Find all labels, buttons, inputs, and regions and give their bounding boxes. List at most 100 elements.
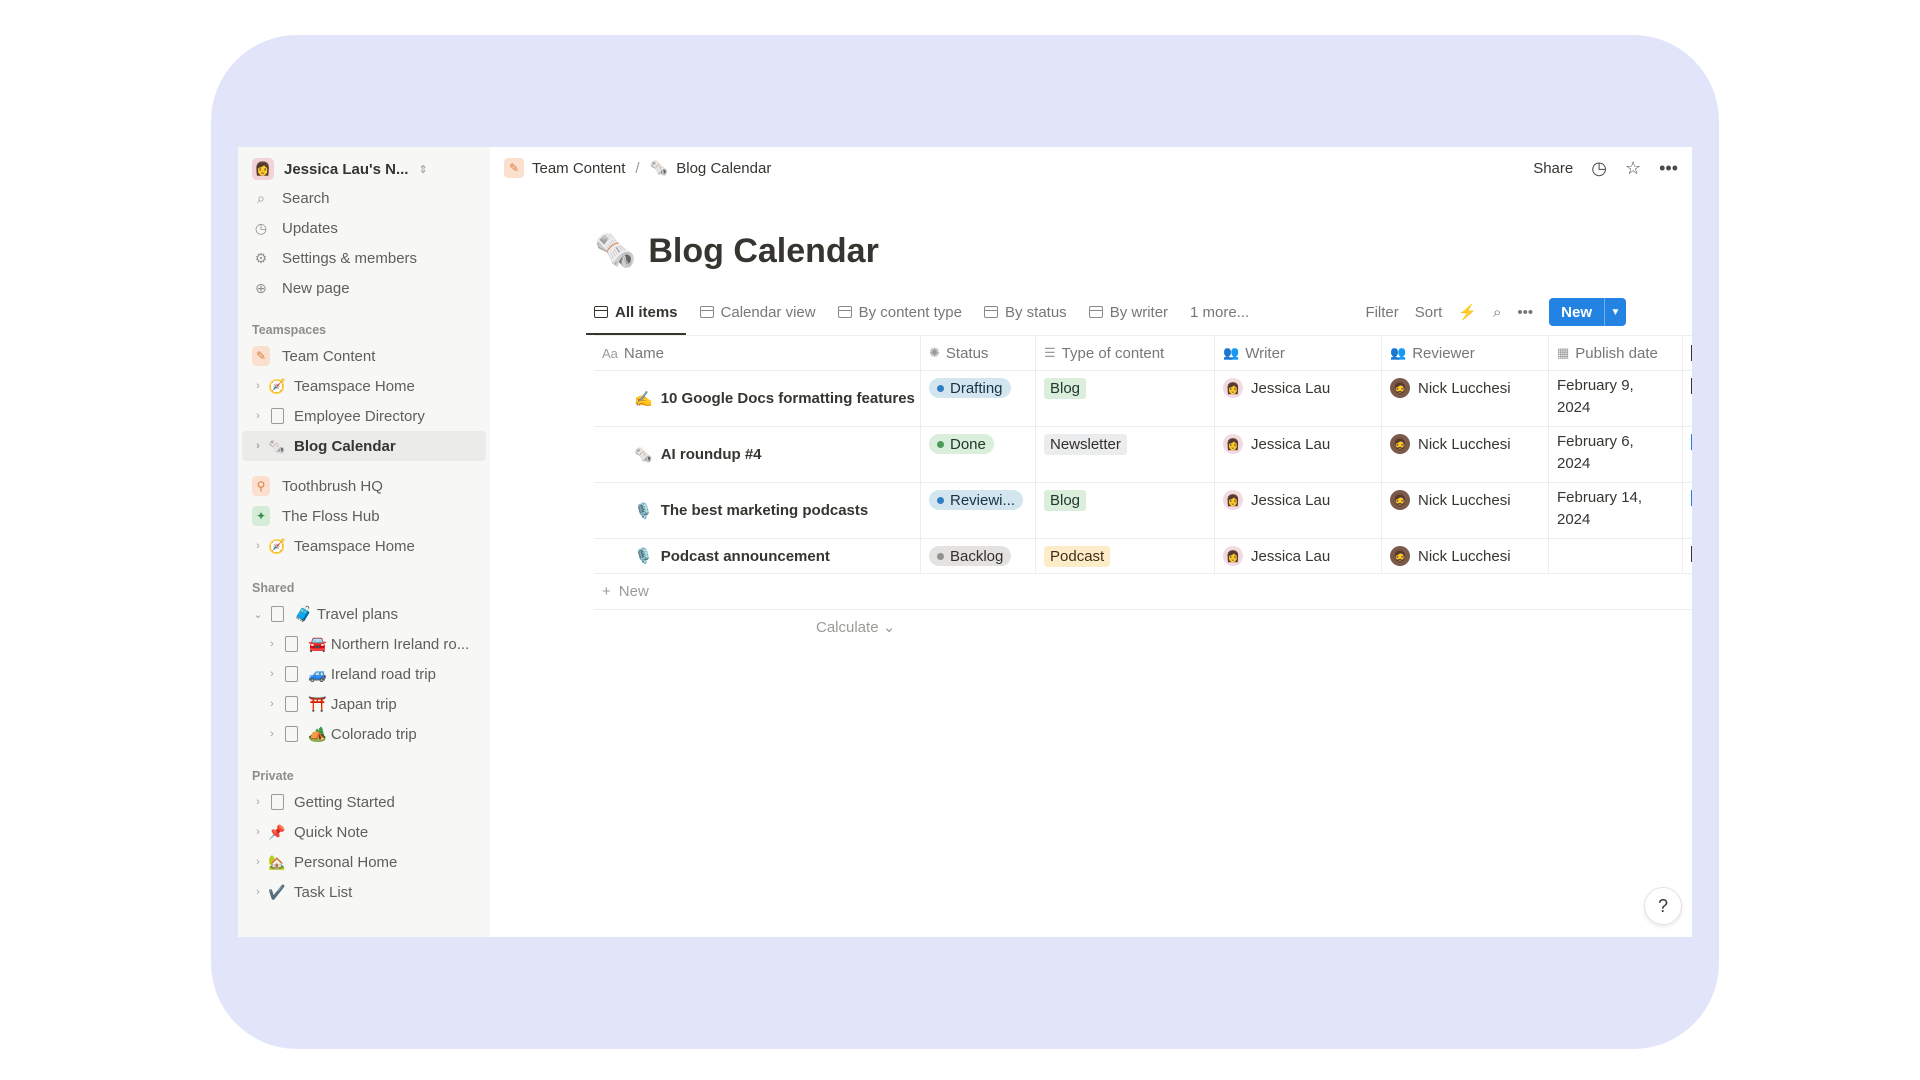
checkmark-icon: ✔️: [268, 883, 286, 900]
header-extra[interactable]: [1683, 336, 1692, 370]
sidebar-item-task-list[interactable]: › ✔️ Task List: [238, 877, 490, 907]
checkbox[interactable]: [1691, 546, 1692, 562]
chevron-right-icon[interactable]: ›: [252, 440, 264, 452]
sidebar-item-getting-started[interactable]: › Getting Started: [238, 787, 490, 817]
sidebar-item-search[interactable]: ⌕ Search: [238, 183, 490, 213]
tab-more[interactable]: 1 more...: [1190, 297, 1249, 327]
search-icon[interactable]: ⌕: [1493, 304, 1501, 321]
sidebar-item-colorado-trip[interactable]: › 🏕️ Colorado trip: [238, 719, 490, 749]
type-tag[interactable]: Blog: [1044, 378, 1087, 399]
page-title[interactable]: Blog Calendar: [648, 232, 878, 271]
reviewer-person[interactable]: 🧔 Nick Lucchesi: [1390, 378, 1511, 398]
more-icon[interactable]: •••: [1517, 304, 1533, 321]
sidebar-item-updates[interactable]: ◷ Updates: [238, 213, 490, 243]
reviewer-person[interactable]: 🧔 Nick Lucchesi: [1390, 434, 1511, 454]
chevron-right-icon[interactable]: ›: [266, 698, 278, 710]
row-title[interactable]: The best marketing podcasts: [661, 502, 869, 519]
status-badge[interactable]: Drafting: [929, 378, 1011, 398]
sidebar-item-ireland-road-trip[interactable]: › 🚙 Ireland road trip: [238, 659, 490, 689]
star-icon[interactable]: ☆: [1625, 158, 1641, 179]
chevron-right-icon[interactable]: ›: [252, 826, 264, 838]
writer-person[interactable]: 👩 Jessica Lau: [1223, 378, 1330, 398]
header-writer[interactable]: 👥 Writer: [1215, 336, 1382, 370]
row-title[interactable]: AI roundup #4: [661, 446, 762, 463]
sidebar-item-new-page[interactable]: ⊕ New page: [238, 273, 490, 303]
chevron-right-icon[interactable]: ›: [252, 380, 264, 392]
sidebar-item-personal-home[interactable]: › 🏡 Personal Home: [238, 847, 490, 877]
new-row-button[interactable]: + New: [594, 574, 1692, 610]
sidebar-item-teamspace-home[interactable]: › 🧭 Teamspace Home: [238, 371, 490, 401]
newspaper-icon[interactable]: 🗞️: [594, 231, 636, 271]
sort-button[interactable]: Sort: [1415, 304, 1443, 321]
sidebar-item-northern-ireland[interactable]: › 🚘 Northern Ireland ro...: [238, 629, 490, 659]
type-tag[interactable]: Newsletter: [1044, 434, 1127, 455]
sidebar-item-floss-hub[interactable]: ✦ The Floss Hub: [238, 501, 490, 531]
chevron-right-icon[interactable]: ›: [266, 638, 278, 650]
chevron-right-icon[interactable]: ›: [252, 886, 264, 898]
chevron-right-icon[interactable]: ›: [252, 410, 264, 422]
tab-by-content-type[interactable]: By content type: [837, 297, 962, 327]
tab-all-items[interactable]: All items: [586, 297, 686, 335]
writer-person[interactable]: 👩 Jessica Lau: [1223, 546, 1330, 566]
page-icon: [284, 636, 298, 652]
sidebar-item-toothbrush-hq[interactable]: ⚲ Toothbrush HQ: [238, 471, 490, 501]
sidebar-item-settings[interactable]: ⚙ Settings & members: [238, 243, 490, 273]
share-button[interactable]: Share: [1533, 160, 1573, 177]
workspace-switcher[interactable]: 👩 Jessica Lau's N... ⇕: [238, 155, 490, 183]
compass-icon: 🧭: [268, 537, 286, 554]
type-tag[interactable]: Podcast: [1044, 546, 1111, 567]
chevron-right-icon[interactable]: ›: [252, 796, 264, 808]
lightning-icon[interactable]: ⚡: [1458, 303, 1477, 321]
header-status[interactable]: ✺ Status: [921, 336, 1036, 370]
status-badge[interactable]: Reviewi...: [929, 490, 1024, 510]
chevron-right-icon[interactable]: ›: [252, 540, 264, 552]
chevron-right-icon[interactable]: ›: [266, 728, 278, 740]
header-publish-date[interactable]: ▦ Publish date: [1549, 336, 1683, 370]
breadcrumb-blog-calendar[interactable]: Blog Calendar: [676, 160, 771, 177]
history-clock-icon[interactable]: ◷: [1591, 158, 1607, 179]
header-reviewer[interactable]: 👥 Reviewer: [1382, 336, 1549, 370]
filter-button[interactable]: Filter: [1365, 304, 1398, 321]
status-badge[interactable]: Done: [929, 434, 994, 454]
publish-date[interactable]: February 14, 2024: [1557, 487, 1642, 531]
checkbox[interactable]: [1691, 490, 1692, 506]
help-button[interactable]: ?: [1644, 887, 1682, 925]
chevron-down-icon[interactable]: ▼: [1604, 298, 1626, 326]
tab-by-status[interactable]: By status: [983, 297, 1067, 327]
checkbox[interactable]: [1691, 378, 1692, 394]
chevron-down-icon[interactable]: ⌄: [252, 608, 264, 621]
sidebar-item-team-content[interactable]: ✎ Team Content: [238, 341, 490, 371]
sidebar-item-employee-directory[interactable]: › Employee Directory: [238, 401, 490, 431]
calculate-button[interactable]: Calculate ⌄: [816, 618, 895, 636]
reviewer-person[interactable]: 🧔 Nick Lucchesi: [1390, 546, 1511, 566]
row-title[interactable]: 10 Google Docs formatting features: [661, 390, 915, 407]
sidebar-item-blog-calendar[interactable]: › 🗞️ Blog Calendar: [242, 431, 486, 461]
breadcrumb-team-content[interactable]: Team Content: [532, 160, 625, 177]
row-title[interactable]: Podcast announcement: [661, 548, 830, 565]
sidebar-item-quick-note[interactable]: › 📌 Quick Note: [238, 817, 490, 847]
chevron-right-icon[interactable]: ›: [266, 668, 278, 680]
tab-calendar-view[interactable]: Calendar view: [699, 297, 816, 327]
writer-person[interactable]: 👩 Jessica Lau: [1223, 434, 1330, 454]
writer-person[interactable]: 👩 Jessica Lau: [1223, 490, 1330, 510]
tab-by-writer[interactable]: By writer: [1088, 297, 1168, 327]
table-row[interactable]: 🗞️ AI roundup #4 Done Newsletter 👩 Jessic…: [594, 427, 1692, 483]
table-row[interactable]: 🎙️ Podcast announcement Backlog Podcast …: [594, 539, 1692, 574]
table-row[interactable]: 🎙️ The best marketing podcasts Reviewi..…: [594, 483, 1692, 539]
new-button[interactable]: New ▼: [1549, 298, 1626, 326]
header-name[interactable]: Aa Name: [594, 336, 921, 370]
sidebar-item-teamspace-home-2[interactable]: › 🧭 Teamspace Home: [238, 531, 490, 561]
status-badge[interactable]: Backlog: [929, 546, 1012, 566]
checkbox[interactable]: [1691, 434, 1692, 450]
type-tag[interactable]: Blog: [1044, 490, 1087, 511]
reviewer-person[interactable]: 🧔 Nick Lucchesi: [1390, 490, 1511, 510]
table-row[interactable]: ✍️ 10 Google Docs formatting features Dr…: [594, 371, 1692, 427]
chevron-right-icon[interactable]: ›: [252, 856, 264, 868]
publish-date[interactable]: February 6, 2024: [1557, 431, 1634, 475]
sidebar-item-japan-trip[interactable]: › ⛩️ Japan trip: [238, 689, 490, 719]
publish-date[interactable]: February 9, 2024: [1557, 375, 1634, 419]
sidebar-item-travel-plans[interactable]: ⌄ 🧳 Travel plans: [238, 599, 490, 629]
header-type[interactable]: ☰ Type of content: [1036, 336, 1215, 370]
more-icon[interactable]: •••: [1659, 158, 1678, 179]
notion-window: 👩 Jessica Lau's N... ⇕ ⌕ Search ◷ Update…: [238, 147, 1692, 937]
